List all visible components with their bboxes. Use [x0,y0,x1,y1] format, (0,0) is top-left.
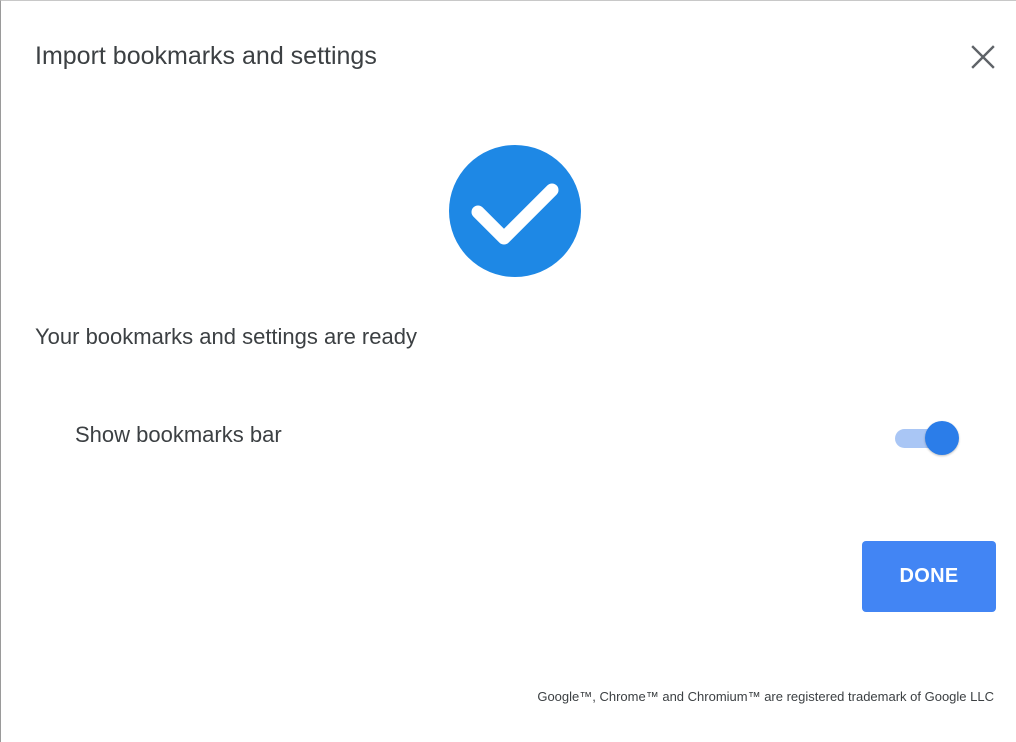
toggle-knob [925,421,959,455]
close-icon [971,45,995,69]
dialog-title: Import bookmarks and settings [35,42,377,70]
show-bookmarks-bar-label: Show bookmarks bar [75,422,282,447]
show-bookmarks-bar-row: Show bookmarks bar [75,411,967,459]
check-circle-icon [449,145,581,277]
close-button[interactable] [965,39,1001,75]
trademark-notice: Google™, Chrome™ and Chromium™ are regis… [537,689,994,704]
done-button[interactable]: DONE [862,541,996,612]
ready-message: Your bookmarks and settings are ready [35,324,417,349]
show-bookmarks-bar-toggle[interactable] [893,419,963,455]
import-dialog: Import bookmarks and settings Your bookm… [0,0,1016,742]
